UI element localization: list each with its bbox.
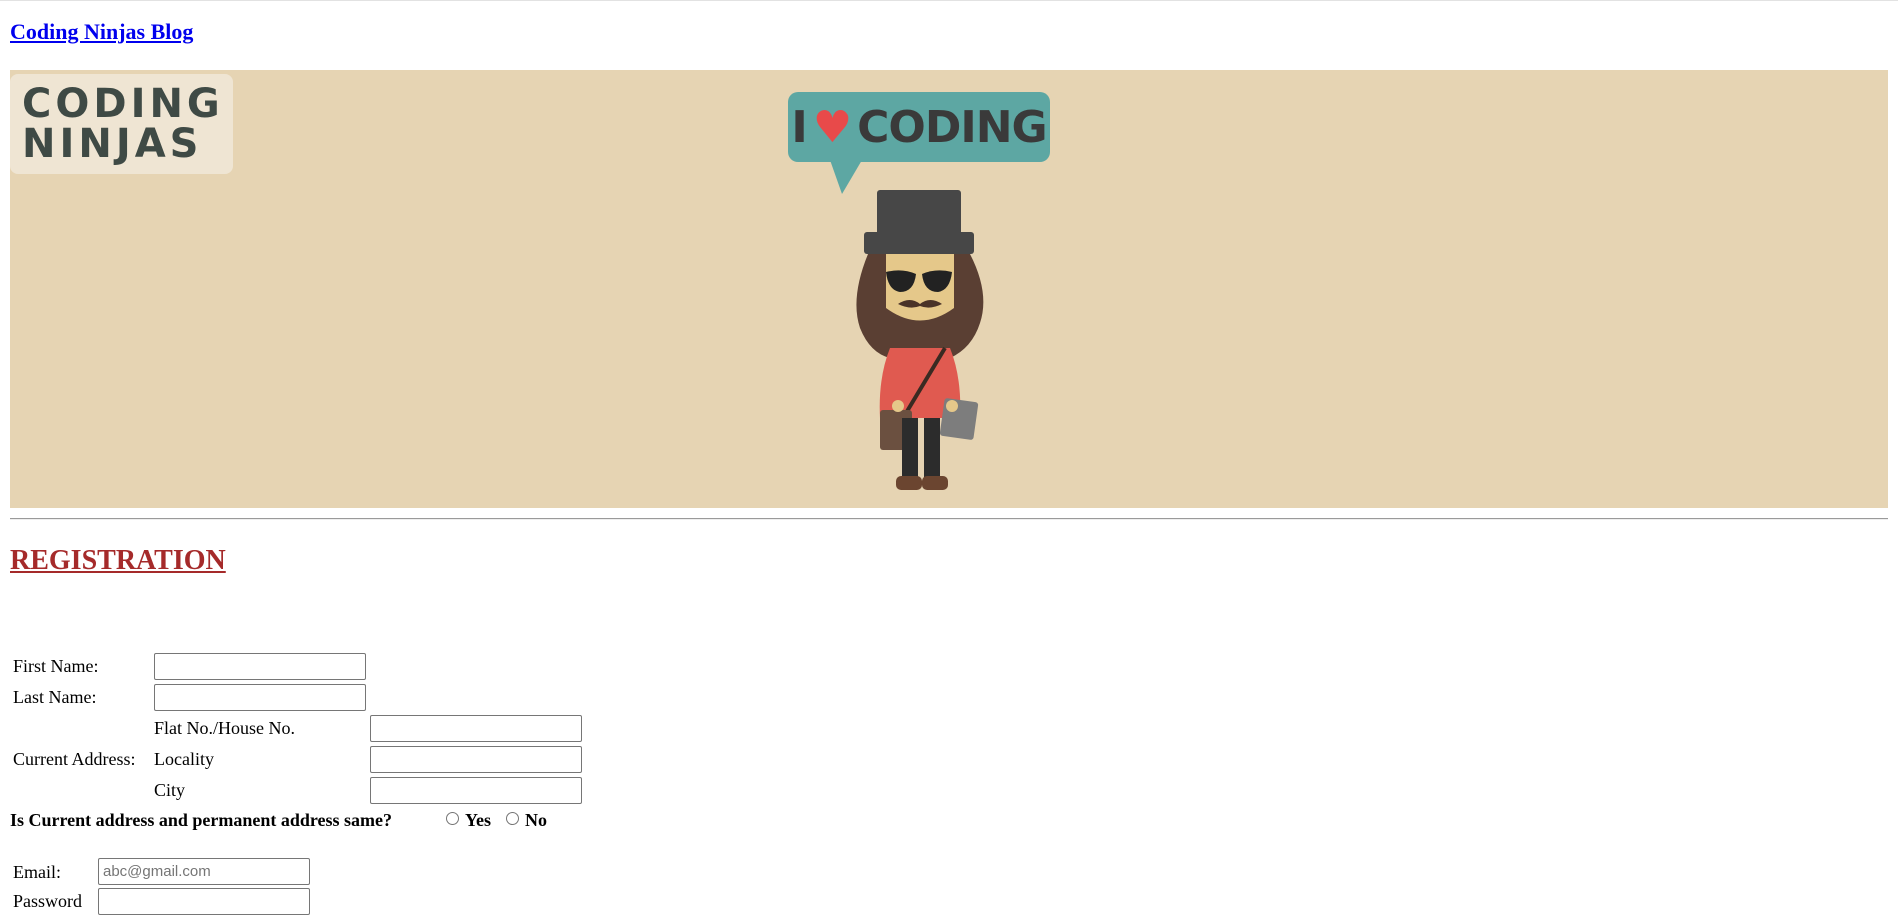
password-label: Password (13, 891, 83, 911)
email-input[interactable] (98, 858, 310, 885)
i-love-coding-text: I ♥ CODING (788, 92, 1050, 162)
locality-label: Locality (154, 749, 214, 769)
first-name-label: First Name: (13, 656, 99, 676)
email-label: Email: (13, 862, 61, 882)
logo-line-2: NINJAS (22, 121, 203, 167)
bubble-text-right: CODING (857, 101, 1048, 153)
yes-radio[interactable] (446, 812, 459, 825)
last-name-label: Last Name: (13, 687, 97, 707)
city-input[interactable] (370, 777, 582, 804)
heart-icon: ♥ (812, 101, 852, 153)
locality-input[interactable] (370, 746, 582, 773)
same-address-question: Is Current address and permanent address… (10, 810, 393, 830)
divider (10, 518, 1888, 520)
flat-label: Flat No./House No. (154, 718, 295, 738)
blog-link[interactable]: Coding Ninjas Blog (10, 19, 193, 45)
current-address-label: Current Address: (13, 749, 136, 769)
yes-label: Yes (465, 810, 491, 830)
coding-ninjas-logo: CODING NINJAS (10, 74, 233, 174)
registration-title: REGISTRATION (10, 545, 226, 576)
flat-input[interactable] (370, 715, 582, 742)
last-name-input[interactable] (154, 684, 366, 711)
banner-image: CODING NINJAS I ♥ CODING (10, 70, 1888, 508)
no-label: No (525, 810, 547, 830)
speech-bubble: I ♥ CODING (788, 92, 1050, 162)
logo-line-1: CODING (22, 81, 224, 127)
ninja-character-illustration (856, 190, 984, 490)
no-radio[interactable] (506, 812, 519, 825)
first-name-input[interactable] (154, 653, 366, 680)
top-border (0, 0, 1898, 1)
bubble-text-left: I (791, 101, 807, 153)
city-label: City (154, 780, 186, 800)
